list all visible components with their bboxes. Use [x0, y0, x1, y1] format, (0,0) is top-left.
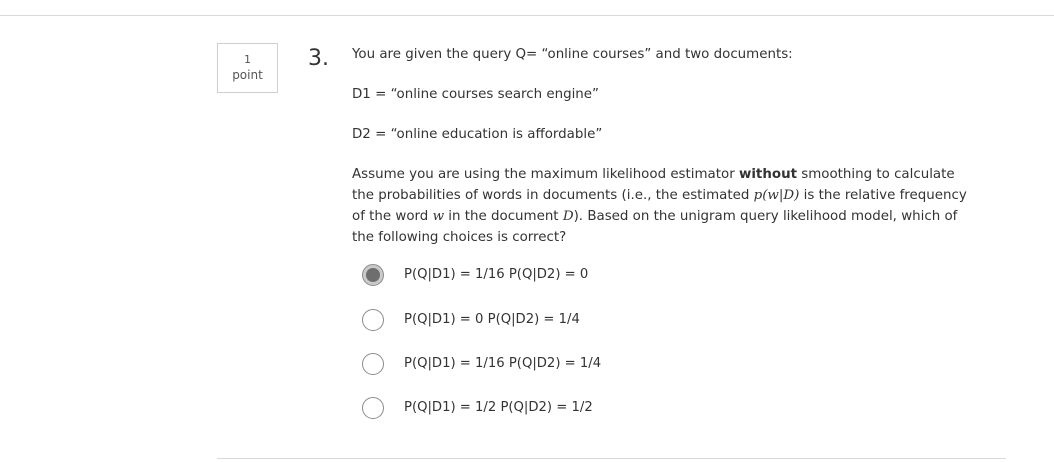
prompt-bold-without: without — [738, 167, 797, 182]
math-w: w — [432, 209, 445, 224]
bottom-divider — [217, 458, 1006, 459]
radio-button-option-4[interactable] — [362, 397, 384, 419]
option-label-2: P(Q|D1) = 0 P(Q|D2) = 1/4 — [404, 312, 580, 327]
points-value: 1 — [244, 53, 251, 66]
points-unit: point — [232, 68, 263, 82]
answer-option-2[interactable]: P(Q|D1) = 0 P(Q|D2) = 1/4 — [362, 308, 762, 334]
document-d1: D1 = “online courses search engine” — [352, 87, 599, 102]
answer-option-1[interactable]: P(Q|D1) = 1/16 P(Q|D2) = 0 — [362, 263, 762, 289]
quiz-page: 1 point 3. You are given the query Q= “o… — [0, 0, 1054, 462]
question-intro: You are given the query Q= “online cours… — [352, 47, 793, 62]
option-label-4: P(Q|D1) = 1/2 P(Q|D2) = 1/2 — [404, 400, 593, 415]
question-number: 3. — [308, 46, 329, 71]
question-prompt: Assume you are using the maximum likelih… — [352, 164, 967, 248]
radio-button-option-1[interactable] — [362, 264, 384, 286]
option-label-1: P(Q|D1) = 1/16 P(Q|D2) = 0 — [404, 267, 589, 282]
points-box: 1 point — [217, 43, 278, 93]
answer-option-4[interactable]: P(Q|D1) = 1/2 P(Q|D2) = 1/2 — [362, 396, 762, 422]
math-d: D — [562, 209, 574, 224]
top-divider — [0, 15, 1054, 16]
option-label-3: P(Q|D1) = 1/16 P(Q|D2) = 1/4 — [404, 356, 602, 371]
answer-option-3[interactable]: P(Q|D1) = 1/16 P(Q|D2) = 1/4 — [362, 352, 762, 378]
prompt-text-1: Assume you are using the maximum likelih… — [352, 167, 739, 182]
radio-button-option-3[interactable] — [362, 353, 384, 375]
radio-button-option-2[interactable] — [362, 309, 384, 331]
prompt-text-4: in the document — [444, 209, 563, 224]
math-p-w-given-d: p(w|D) — [753, 188, 800, 203]
document-d2: D2 = “online education is affordable” — [352, 127, 603, 142]
